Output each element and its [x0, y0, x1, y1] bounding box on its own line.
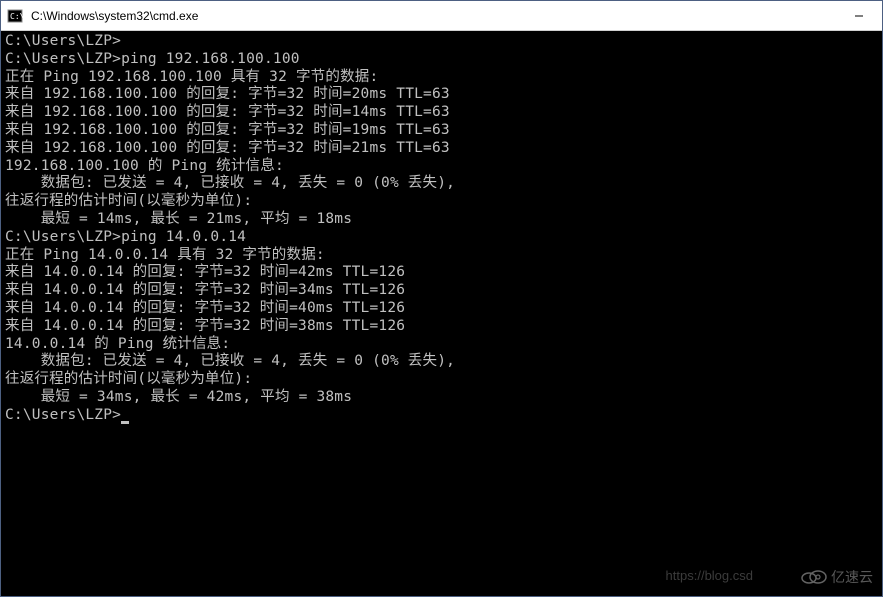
terminal-line: 来自 192.168.100.100 的回复: 字节=32 时间=14ms TT… [5, 104, 878, 122]
minimize-button[interactable] [836, 1, 882, 30]
terminal-line: 数据包: 已发送 = 4, 已接收 = 4, 丢失 = 0 (0% 丢失), [5, 353, 878, 371]
svg-text:C:\: C:\ [10, 12, 23, 21]
terminal-line: C:\Users\LZP> [5, 407, 878, 425]
terminal-line: C:\Users\LZP>ping 192.168.100.100 [5, 51, 878, 69]
terminal-line: 往返行程的估计时间(以毫秒为单位): [5, 371, 878, 389]
watermark-brand: 亿速云 [799, 566, 873, 587]
terminal-line: 正在 Ping 192.168.100.100 具有 32 字节的数据: [5, 69, 878, 87]
cmd-window: C:\ C:\Windows\system32\cmd.exe C:\Users… [0, 0, 883, 597]
terminal-output[interactable]: C:\Users\LZP>C:\Users\LZP>ping 192.168.1… [1, 31, 882, 596]
cmd-icon: C:\ [7, 8, 23, 24]
terminal-line: 数据包: 已发送 = 4, 已接收 = 4, 丢失 = 0 (0% 丢失), [5, 175, 878, 193]
terminal-line: 来自 192.168.100.100 的回复: 字节=32 时间=19ms TT… [5, 122, 878, 140]
terminal-line: C:\Users\LZP>ping 14.0.0.14 [5, 229, 878, 247]
cursor [121, 421, 129, 424]
watermark-text: 亿速云 [831, 567, 873, 587]
terminal-line: 来自 14.0.0.14 的回复: 字节=32 时间=42ms TTL=126 [5, 264, 878, 282]
terminal-line: 来自 192.168.100.100 的回复: 字节=32 时间=21ms TT… [5, 140, 878, 158]
window-controls [836, 1, 882, 30]
terminal-line: 来自 14.0.0.14 的回复: 字节=32 时间=34ms TTL=126 [5, 282, 878, 300]
terminal-line: 往返行程的估计时间(以毫秒为单位): [5, 193, 878, 211]
terminal-line: 最短 = 34ms, 最长 = 42ms, 平均 = 38ms [5, 389, 878, 407]
terminal-line: 14.0.0.14 的 Ping 统计信息: [5, 336, 878, 354]
terminal-line: C:\Users\LZP> [5, 33, 878, 51]
terminal-line: 来自 192.168.100.100 的回复: 字节=32 时间=20ms TT… [5, 86, 878, 104]
titlebar[interactable]: C:\ C:\Windows\system32\cmd.exe [1, 1, 882, 31]
window-title: C:\Windows\system32\cmd.exe [29, 9, 836, 23]
terminal-line: 来自 14.0.0.14 的回复: 字节=32 时间=38ms TTL=126 [5, 318, 878, 336]
terminal-line: 最短 = 14ms, 最长 = 21ms, 平均 = 18ms [5, 211, 878, 229]
cloud-icon [799, 566, 827, 587]
terminal-line: 正在 Ping 14.0.0.14 具有 32 字节的数据: [5, 247, 878, 265]
watermark-url: https://blog.csd [666, 568, 753, 583]
terminal-line: 来自 14.0.0.14 的回复: 字节=32 时间=40ms TTL=126 [5, 300, 878, 318]
terminal-line: 192.168.100.100 的 Ping 统计信息: [5, 158, 878, 176]
